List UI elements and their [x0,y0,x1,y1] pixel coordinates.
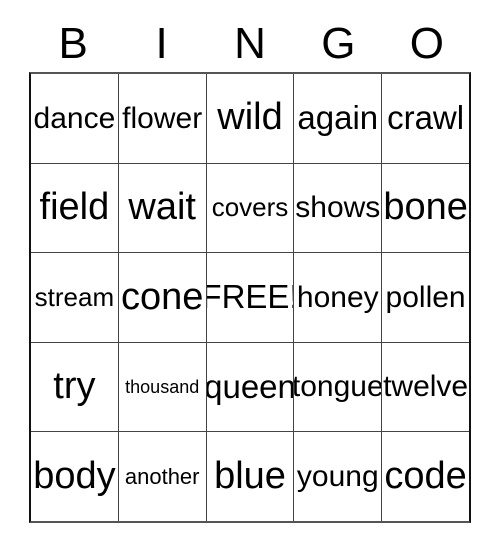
bingo-cell[interactable]: tongue [293,342,382,432]
bingo-cell-label: another [124,464,200,490]
bingo-header-letter-n: N [234,19,266,68]
bingo-header-letter-b: B [58,19,88,68]
bingo-cell-label: try [53,365,96,408]
bingo-cell[interactable]: again [293,74,382,163]
bingo-cell-label: pollen [385,280,466,314]
bingo-header-letter-o: O [409,19,444,68]
bingo-cell-label: FREE! [205,278,294,316]
bingo-cell-label: bone [383,185,468,228]
bingo-cell[interactable]: wild [205,74,294,163]
bingo-cell[interactable]: another [117,432,206,521]
bingo-cell-label: honey [296,280,379,314]
bingo-cell[interactable]: thousand [117,342,206,432]
bingo-cell[interactable]: body [31,432,118,521]
bingo-cell-label: young [296,459,379,493]
bingo-row: field wait covers shows bone [31,162,469,253]
bingo-row: dance flower wild again crawl [31,74,469,163]
bingo-cell-label: blue [214,454,286,497]
bingo-cell-free[interactable]: FREE! [205,253,294,342]
bingo-cell-label: code [384,454,467,497]
bingo-cell-label: field [39,185,110,228]
bingo-cell[interactable]: try [31,342,118,432]
bingo-cell[interactable]: field [31,163,118,253]
bingo-cell[interactable]: covers [205,163,294,253]
bingo-card: B I N G O dance flower wild again crawl … [29,0,471,523]
bingo-cell[interactable]: crawl [381,74,469,163]
bingo-header-row: B I N G O [29,0,471,72]
bingo-row: body another blue young code [31,431,469,521]
bingo-cell-label: again [297,98,379,136]
bingo-cell[interactable]: flower [117,74,206,163]
bingo-grid: dance flower wild again crawl field wait… [29,72,471,523]
bingo-row: try thousand queen tongue twelve [31,341,469,432]
bingo-header-letter-g: G [321,19,356,68]
bingo-cell[interactable]: stream [31,253,118,342]
bingo-cell-label: wild [217,96,283,139]
bingo-cell[interactable]: wait [117,163,206,253]
bingo-cell-label: covers [211,192,289,223]
bingo-cell-label: stream [34,281,115,312]
bingo-cell[interactable]: shows [293,163,382,253]
bingo-cell[interactable]: honey [293,253,382,342]
bingo-row: stream cone FREE! honey pollen [31,252,469,342]
bingo-cell-label: queen [205,367,294,405]
bingo-cell-label: dance [33,101,116,135]
bingo-cell-label: cone [120,275,204,318]
bingo-cell[interactable]: dance [31,74,118,163]
bingo-cell[interactable]: blue [205,432,294,521]
bingo-cell[interactable]: cone [117,253,206,342]
bingo-cell[interactable]: young [293,432,382,521]
bingo-cell-label: crawl [387,98,465,136]
bingo-cell-label: thousand [125,376,200,397]
bingo-header-letter-i: I [155,19,168,68]
bingo-cell-label: tongue [293,370,382,404]
bingo-cell-label: twelve [383,370,469,404]
bingo-cell[interactable]: queen [205,342,294,432]
bingo-cell[interactable]: pollen [381,253,469,342]
bingo-cell-label: wait [128,185,196,228]
bingo-cell[interactable]: twelve [381,342,469,432]
bingo-cell-label: shows [295,191,381,225]
bingo-cell-label: body [33,454,116,497]
bingo-cell[interactable]: code [381,432,469,521]
bingo-cell-label: flower [122,101,203,135]
bingo-cell[interactable]: bone [381,163,469,253]
